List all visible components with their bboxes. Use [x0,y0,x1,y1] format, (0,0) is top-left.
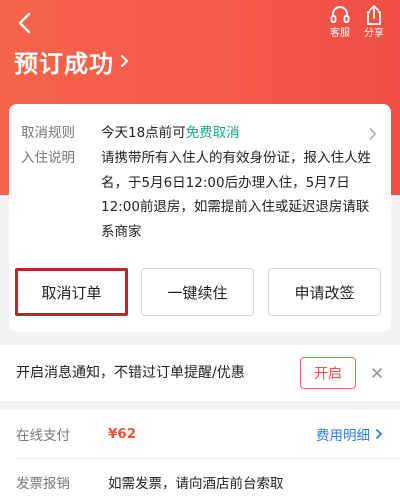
fee-detail-link[interactable]: 费用明细 [316,424,384,444]
cancel-rule-value: 今天18点前可免费取消 [101,122,379,144]
online-payment-row: 在线支付 ¥62 费用明细 [16,410,384,458]
share-button[interactable]: 分享 [356,4,392,44]
share-icon [367,5,381,25]
notification-banner: 开启消息通知，不错过订单提醒/优惠 开启 [0,345,400,401]
chevron-right-icon [121,55,128,67]
enable-notification-button[interactable]: 开启 [300,357,356,389]
cancel-order-button[interactable]: 取消订单 [15,268,128,316]
order-action-buttons: 取消订单 一键续住 申请改签 [15,268,385,318]
service-label: 客服 [330,28,350,39]
order-info-card: 取消规则 今天18点前可免费取消 入住说明 请携带所有入住人的有效身份证，报入住… [9,104,391,332]
chevron-right-icon [376,429,383,439]
chevron-right-icon [369,128,377,140]
payment-amount: ¥62 [108,426,137,442]
close-icon [372,368,382,378]
cancel-rule-label: 取消规则 [21,125,75,141]
share-label: 分享 [364,28,384,39]
close-notification-button[interactable] [367,363,387,383]
invoice-label: 发票报销 [16,476,70,492]
service-button[interactable]: 客服 [322,4,358,44]
change-booking-button[interactable]: 申请改签 [268,268,381,316]
payment-section: 在线支付 ¥62 费用明细 发票报销 如需发票，请向酒店前台索取 [0,410,400,504]
back-button[interactable] [12,10,38,36]
free-cancel-text: 免费取消 [185,125,240,141]
online-payment-label: 在线支付 [16,428,70,444]
chevron-left-icon [18,12,31,34]
headset-icon [330,6,350,23]
extend-stay-button[interactable]: 一键续住 [141,268,254,316]
cancel-rule-prefix: 今天18点前可 [101,125,186,141]
page-title: 预订成功 [14,49,114,78]
cancel-rule-row[interactable]: 取消规则 今天18点前可免费取消 [21,122,379,144]
fee-detail-label: 费用明细 [316,428,370,444]
invoice-row: 发票报销 如需发票，请向酒店前台索取 [16,458,384,504]
checkin-label: 入住说明 [21,150,75,166]
invoice-text: 如需发票，请向酒店前台索取 [108,476,284,492]
checkin-note-row: 入住说明 请携带所有入住人的有效身份证，报入住人姓名，于5月6日12:00后办理… [21,146,379,244]
checkin-text: 请携带所有入住人的有效身份证，报入住人姓名，于5月6日12:00后办理入住，5月… [101,150,371,240]
booking-status-title[interactable]: 预订成功 [14,44,130,78]
notification-text: 开启消息通知，不错过订单提醒/优惠 [16,365,245,381]
